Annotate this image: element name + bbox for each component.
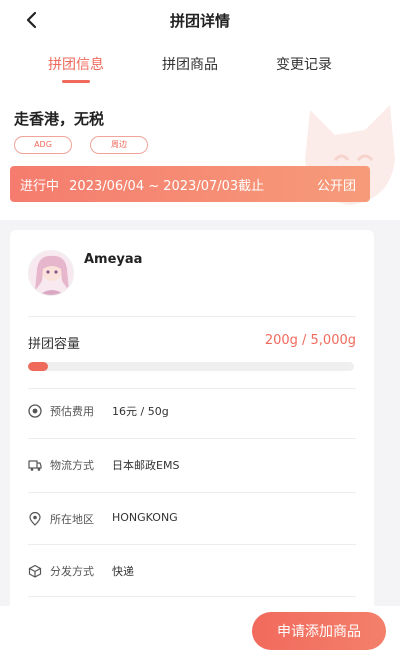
detail-value: 日本邮政EMS	[112, 459, 180, 472]
avatar[interactable]	[28, 250, 74, 296]
status-banner: 进行中 2023/06/04 ~ 2023/07/03截止 公开团	[10, 166, 370, 202]
group-header: 走香港，无税 ADG 周边 进行中 2023/06/04 ~ 2023/07/0…	[0, 90, 400, 220]
detail-label: 分发方式	[50, 565, 94, 578]
capacity-value: 200g / 5,000g	[264, 333, 356, 348]
apply-add-product-button[interactable]: 申请添加商品	[252, 612, 386, 650]
divider	[28, 492, 356, 493]
divider	[28, 544, 356, 545]
tab-bar: 拼团信息 拼团商品 变更记录	[0, 42, 400, 90]
top-bar: 拼团详情	[0, 0, 400, 42]
detail-row-distribution: 分发方式 快递	[28, 560, 356, 584]
status-label: 进行中	[20, 179, 60, 194]
tab-change-log[interactable]: 变更记录	[276, 54, 332, 74]
capacity-label: 拼团容量	[28, 337, 81, 352]
group-type-label: 公开团	[316, 179, 356, 194]
divider	[28, 596, 356, 597]
active-tab-indicator	[62, 80, 90, 83]
page-title: 拼团详情	[169, 12, 230, 30]
status-period-text: 进行中 2023/06/04 ~ 2023/07/03截止	[20, 175, 264, 194]
detail-value: HONGKONG	[112, 511, 178, 524]
tag-badge: ADG	[14, 136, 72, 154]
group-name: 走香港，无税	[14, 110, 105, 128]
capacity-progress-fill	[28, 362, 48, 371]
detail-row-fee: 预估费用 16元 / 50g	[28, 400, 356, 424]
detail-label: 物流方式	[50, 459, 94, 472]
divider	[28, 388, 356, 389]
truck-icon	[28, 460, 42, 471]
detail-value: 快递	[112, 565, 134, 578]
bottom-action-bar: 申请添加商品	[0, 606, 400, 657]
tag-badge: 周边	[90, 136, 148, 154]
divider	[28, 438, 356, 439]
detail-label: 所在地区	[50, 513, 94, 526]
capacity-progress-bar	[28, 362, 354, 371]
coin-icon	[28, 404, 42, 418]
detail-label: 预估费用	[50, 405, 94, 418]
avatar-image	[29, 251, 73, 295]
divider	[28, 316, 356, 317]
detail-value: 16元 / 50g	[112, 405, 169, 418]
package-icon	[28, 564, 42, 578]
detail-row-region: 所在地区 HONGKONG	[28, 508, 356, 532]
group-info-card: Ameyaa 拼团容量 200g / 5,000g 预估费用 16元 / 50g…	[10, 230, 374, 630]
tab-group-products[interactable]: 拼团商品	[162, 54, 218, 74]
tab-group-info[interactable]: 拼团信息	[48, 54, 104, 74]
location-pin-icon	[29, 512, 41, 526]
organizer-name: Ameyaa	[84, 252, 143, 267]
detail-row-shipping: 物流方式 日本邮政EMS	[28, 454, 356, 478]
period-text: 2023/06/04 ~ 2023/07/03截止	[69, 179, 265, 194]
